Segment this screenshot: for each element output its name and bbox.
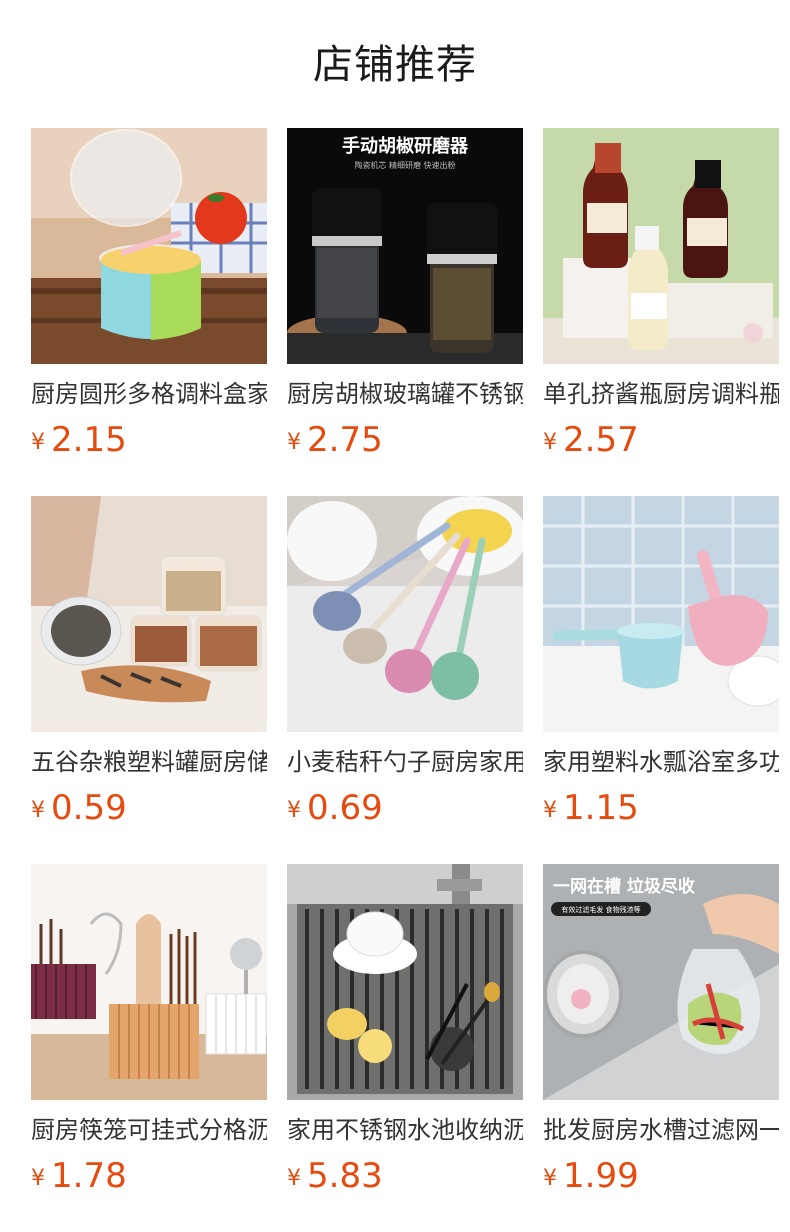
product-image-chopstick-holders[interactable] (31, 864, 267, 1100)
product-image-pepper-grinder[interactable]: 手动胡椒研磨器 陶瓷机芯 精细研磨 快速出粉 (287, 128, 523, 364)
currency-symbol: ¥ (31, 430, 45, 455)
product-name[interactable]: 厨房胡椒玻璃罐不锈钢研磨器 (287, 374, 523, 414)
image-banner-subtitle: 陶瓷机芯 精细研磨 快速出粉 (354, 160, 455, 170)
image-banner-subtitle: 有效过滤毛发 食物残渣等 (561, 905, 640, 914)
product-price: ¥0.69 (287, 786, 383, 830)
image-banner-title: 一网在槽 垃圾尽收 (553, 876, 695, 897)
product-price: ¥0.59 (31, 786, 127, 830)
price-amount: 2.57 (563, 420, 639, 460)
currency-symbol: ¥ (31, 1166, 45, 1191)
price-amount: 1.99 (563, 1156, 639, 1196)
product-name[interactable]: 家用塑料水瓢浴室多功能 (543, 742, 779, 782)
product-card[interactable]: 五谷杂粮塑料罐厨房储物罐 ¥0.59 (31, 496, 267, 836)
price-amount: 0.69 (307, 788, 383, 828)
page-title: 店铺推荐 (313, 42, 477, 88)
price-amount: 2.75 (307, 420, 383, 460)
product-image-squeeze-bottles[interactable] (543, 128, 779, 364)
product-card[interactable]: 单孔挤酱瓶厨房调料瓶 ¥2.57 (543, 128, 779, 468)
currency-symbol: ¥ (287, 430, 301, 455)
price-amount: 1.15 (563, 788, 639, 828)
page-header: 店铺推荐 (0, 30, 790, 100)
product-card[interactable]: 厨房圆形多格调料盒家用 ¥2.15 (31, 128, 267, 468)
product-price: ¥5.83 (287, 1154, 383, 1198)
price-amount: 1.78 (51, 1156, 127, 1196)
currency-symbol: ¥ (287, 798, 301, 823)
currency-symbol: ¥ (31, 798, 45, 823)
product-name[interactable]: 小麦秸秆勺子厨房家用漏勺 (287, 742, 523, 782)
product-image-ladles[interactable] (287, 496, 523, 732)
currency-symbol: ¥ (543, 430, 557, 455)
price-amount: 5.83 (307, 1156, 383, 1196)
price-amount: 0.59 (51, 788, 127, 828)
product-name[interactable]: 批发厨房水槽过滤网一次性 (543, 1110, 779, 1150)
product-name[interactable]: 单孔挤酱瓶厨房调料瓶 (543, 374, 779, 414)
product-price: ¥2.57 (543, 418, 639, 462)
product-price: ¥1.15 (543, 786, 639, 830)
product-price: ¥2.75 (287, 418, 383, 462)
product-name[interactable]: 厨房圆形多格调料盒家用 (31, 374, 267, 414)
product-image-sink-rack[interactable] (287, 864, 523, 1100)
product-card[interactable]: 家用塑料水瓢浴室多功能 ¥1.15 (543, 496, 779, 836)
product-card[interactable]: 厨房筷笼可挂式分格沥水 ¥1.78 (31, 864, 267, 1204)
product-image-grain-jars[interactable] (31, 496, 267, 732)
product-image-sink-filter[interactable]: 一网在槽 垃圾尽收 有效过滤毛发 食物残渣等 (543, 864, 779, 1100)
product-image-seasoning-box[interactable] (31, 128, 267, 364)
product-name[interactable]: 五谷杂粮塑料罐厨房储物罐 (31, 742, 267, 782)
currency-symbol: ¥ (543, 798, 557, 823)
image-banner-title: 手动胡椒研磨器 (342, 135, 469, 157)
product-card[interactable]: 一网在槽 垃圾尽收 有效过滤毛发 食物残渣等 批发厨房水槽过滤网一次性 ¥1.9… (543, 864, 779, 1204)
product-name[interactable]: 家用不锈钢水池收纳沥水架 (287, 1110, 523, 1150)
currency-symbol: ¥ (287, 1166, 301, 1191)
product-price: ¥1.78 (31, 1154, 127, 1198)
price-amount: 2.15 (51, 420, 127, 460)
product-price: ¥1.99 (543, 1154, 639, 1198)
product-card[interactable]: 小麦秸秆勺子厨房家用漏勺 ¥0.69 (287, 496, 523, 836)
product-name[interactable]: 厨房筷笼可挂式分格沥水 (31, 1110, 267, 1150)
product-image-water-scoops[interactable] (543, 496, 779, 732)
currency-symbol: ¥ (543, 1166, 557, 1191)
product-card[interactable]: 手动胡椒研磨器 陶瓷机芯 精细研磨 快速出粉 厨房胡椒玻璃罐不锈钢研磨器 ¥2.… (287, 128, 523, 468)
product-price: ¥2.15 (31, 418, 127, 462)
product-card[interactable]: 家用不锈钢水池收纳沥水架 ¥5.83 (287, 864, 523, 1204)
